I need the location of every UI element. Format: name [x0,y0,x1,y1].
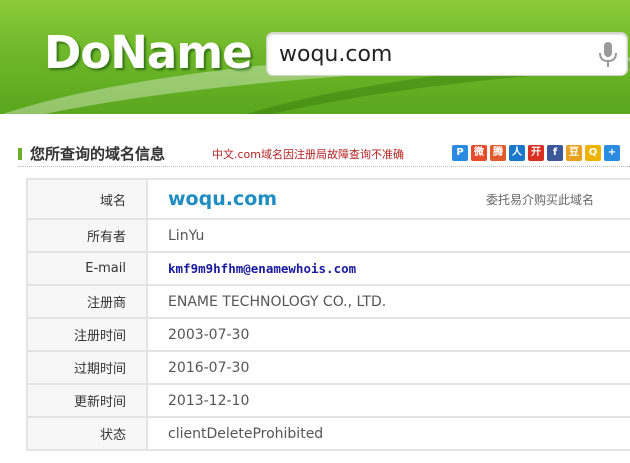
row-label: 域名 [26,178,148,220]
search-box[interactable] [266,32,628,76]
row-label: 注册商 [26,284,148,319]
divider [18,166,630,167]
pengyou-icon[interactable]: P [452,145,468,161]
header-banner: DoName [0,0,630,114]
buy-domain-link[interactable]: 委托易介购买此域名 [486,191,594,208]
domain-name-value: woqu.com [168,188,278,210]
row-value-text: ENAME TECHNOLOGY CO., LTD. [168,293,387,310]
facebook-icon[interactable]: f [547,145,563,161]
row-value: 2016-07-30 [146,350,630,385]
row-value-text: LinYu [168,227,205,244]
share-toolbar: P 微腾人开 f 豆 Q + [452,145,620,163]
qzone-icon[interactable]: Q [585,145,601,161]
tencent-weibo-icon[interactable]: 腾 [490,145,506,161]
row-value-text: 2016-07-30 [168,359,250,376]
search-input[interactable] [277,39,591,69]
email-link[interactable]: kmf9m9hfhm@enamewhois.com [168,261,356,276]
row-label: 注册时间 [26,317,148,352]
row-label: 更新时间 [26,383,148,418]
notice-text[interactable]: 中文.com域名因注册局故障查询不准确 [212,146,404,162]
row-value-text: 2003-07-30 [168,326,250,343]
row-label: 状态 [26,416,148,451]
site-logo[interactable]: DoName [44,26,253,79]
row-label: 所有者 [26,218,148,253]
whois-table: 域名 woqu.com 所有者 LinYu E-mail kmf9m9hfhm@ename… [26,178,630,451]
table-row: 注册商 ENAME TECHNOLOGY CO., LTD. [26,284,630,319]
row-value-text: clientDeleteProhibited [168,425,324,442]
row-value: LinYu [146,218,630,253]
row-value: 2013-12-10 [146,383,630,418]
table-row: 注册时间 2003-07-30 [26,317,630,352]
row-label: 过期时间 [26,350,148,385]
table-row: 过期时间 2016-07-30 [26,350,630,385]
row-value: clientDeleteProhibited [146,416,630,451]
row-value: 2003-07-30 [146,317,630,352]
row-value: ENAME TECHNOLOGY CO., LTD. [146,284,630,319]
douban-icon[interactable]: 豆 [566,145,582,161]
more-share-icon[interactable]: + [604,145,620,161]
section-title: 您所查询的域名信息 [30,145,166,163]
table-row: 所有者 LinYu [26,218,630,253]
table-row: E-mail kmf9m9hfhm@enamewhois.com [26,251,630,286]
table-row: 状态 clientDeleteProhibited [26,416,630,451]
renren-icon[interactable]: 人 [509,145,525,161]
weibo-icon[interactable]: 微 [471,145,487,161]
section-header: 您所查询的域名信息 中文.com域名因注册局故障查询不准确 P 微腾人开 f 豆 Q + [18,140,630,168]
table-row: 更新时间 2013-12-10 [26,383,630,418]
microphone-icon[interactable] [597,41,619,69]
row-value: kmf9m9hfhm@enamewhois.com [146,251,630,286]
section-marker [18,148,22,160]
kaixin-icon[interactable]: 开 [528,145,544,161]
row-label: E-mail [26,251,148,286]
row-value-text: 2013-12-10 [168,392,250,409]
